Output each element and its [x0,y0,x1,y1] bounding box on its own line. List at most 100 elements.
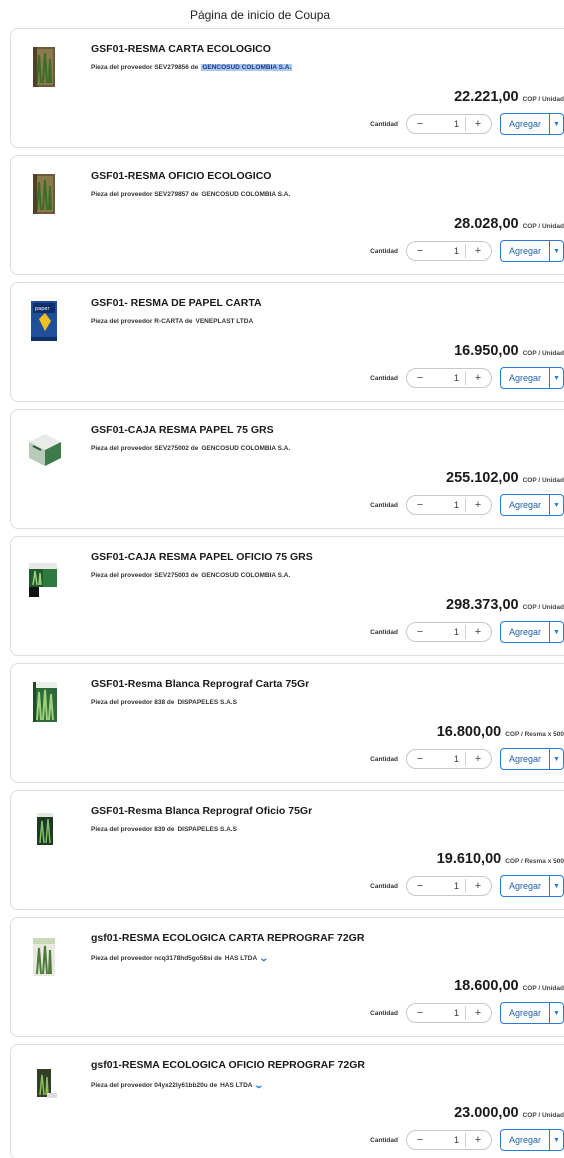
quantity-input[interactable]: 1 [426,879,466,893]
quantity-label: Cantidad [370,755,398,763]
add-to-cart-group: Agregar ▼ [499,494,564,516]
quantity-input[interactable]: 1 [426,752,466,766]
product-title[interactable]: GSF01-RESMA OFICIO ECOLOGICO [91,170,271,182]
add-to-cart-button[interactable]: Agregar [499,367,550,389]
quantity-input[interactable]: 1 [426,1133,466,1147]
price-unit: COP / Resma x 500 [505,731,564,738]
paper-ream-blue-icon[interactable]: paper [27,297,61,345]
product-card: GSF01-CAJA RESMA PAPEL OFICIO 75 GRS Pie… [10,536,564,656]
supplier-name: GENCOSUD COLOMBIA S.A. [201,445,291,452]
add-to-cart-group: Agregar ▼ [499,1129,564,1151]
supplier-prefix: Pieza del proveedor 839 de [91,826,175,833]
price: 19.610,00 COP / Resma x 500 [437,851,564,867]
increment-button[interactable]: + [472,753,484,765]
product-title[interactable]: GSF01-CAJA RESMA PAPEL 75 GRS [91,424,274,436]
add-options-chevron-icon[interactable]: ▼ [550,113,564,135]
add-to-cart-button[interactable]: Agregar [499,494,550,516]
quantity-label: Cantidad [370,628,398,636]
supplier-name: DISPAPELES S.A.S [177,826,237,833]
chevron-down-icon[interactable]: ⌄ [259,953,270,964]
decrement-button[interactable]: − [414,1134,426,1146]
quantity-input[interactable]: 1 [426,244,466,258]
quantity-input[interactable]: 1 [426,1006,466,1020]
quantity-label: Cantidad [370,501,398,509]
chevron-down-icon[interactable]: ⌄ [254,1080,265,1091]
price-unit: COP / Unidad [522,985,564,992]
add-to-cart-button[interactable]: Agregar [499,1002,550,1024]
increment-button[interactable]: + [472,499,484,511]
product-title[interactable]: GSF01-CAJA RESMA PAPEL OFICIO 75 GRS [91,551,313,563]
add-options-chevron-icon[interactable]: ▼ [550,367,564,389]
product-title[interactable]: gsf01-RESMA ECOLOGICA CARTA REPROGRAF 72… [91,932,364,944]
add-options-chevron-icon[interactable]: ▼ [550,621,564,643]
supplier-info: Pieza del proveedor SEV279856 de GENCOSU… [91,64,293,71]
product-title[interactable]: GSF01- RESMA DE PAPEL CARTA [91,297,262,309]
increment-button[interactable]: + [472,626,484,638]
add-options-chevron-icon[interactable]: ▼ [550,494,564,516]
decrement-button[interactable]: − [414,118,426,130]
supplier-name: GENCOSUD COLOMBIA S.A. [201,64,293,71]
add-options-chevron-icon[interactable]: ▼ [550,875,564,897]
product-list: GSF01-RESMA CARTA ECOLOGICO Pieza del pr… [10,28,564,1158]
add-options-chevron-icon[interactable]: ▼ [550,1002,564,1024]
increment-button[interactable]: + [472,880,484,892]
decrement-button[interactable]: − [414,880,426,892]
product-card: gsf01-RESMA ECOLOGICA OFICIO REPROGRAF 7… [10,1044,564,1158]
add-to-cart-button[interactable]: Agregar [499,748,550,770]
paper-box-icon[interactable] [27,424,61,472]
supplier-prefix: Pieza del proveedor SEV275002 de [91,445,199,452]
add-to-cart-button[interactable]: Agregar [499,621,550,643]
quantity-stepper: − 1 + [405,114,492,134]
paper-ream-eco-icon[interactable] [27,170,61,218]
decrement-button[interactable]: − [414,245,426,257]
supplier-info: Pieza del proveedor 838 de DISPAPELES S.… [91,699,237,706]
supplier-info: Pieza del proveedor 839 de DISPAPELES S.… [91,826,237,833]
product-title[interactable]: GSF01-Resma Blanca Reprograf Carta 75Gr [91,678,309,690]
decrement-button[interactable]: − [414,372,426,384]
add-options-chevron-icon[interactable]: ▼ [550,1129,564,1151]
product-title[interactable]: gsf01-RESMA ECOLOGICA OFICIO REPROGRAF 7… [91,1059,365,1071]
quantity-row: Cantidad − 1 + Agregar ▼ [370,748,564,770]
paper-ream-dark-icon[interactable] [27,805,61,853]
decrement-button[interactable]: − [414,1007,426,1019]
product-title[interactable]: GSF01-Resma Blanca Reprograf Oficio 75Gr [91,805,312,817]
quantity-input[interactable]: 1 [426,498,466,512]
decrement-button[interactable]: − [414,499,426,511]
paper-ream-eco-icon[interactable] [27,43,61,91]
supplier-info: Pieza del proveedor ncq3178hd5go58si de … [91,953,270,964]
quantity-input[interactable]: 1 [426,117,466,131]
supplier-info: Pieza del proveedor SEV275002 de GENCOSU… [91,445,290,452]
supplier-name: VENEPLAST LTDA [195,318,254,325]
add-options-chevron-icon[interactable]: ▼ [550,748,564,770]
price-amount: 22.221,00 [454,89,519,105]
increment-button[interactable]: + [472,1007,484,1019]
add-to-cart-button[interactable]: Agregar [499,875,550,897]
decrement-button[interactable]: − [414,753,426,765]
add-to-cart-group: Agregar ▼ [499,113,564,135]
increment-button[interactable]: + [472,372,484,384]
quantity-stepper: − 1 + [405,1130,492,1150]
decrement-button[interactable]: − [414,626,426,638]
add-to-cart-button[interactable]: Agregar [499,1129,550,1151]
add-to-cart-button[interactable]: Agregar [499,240,550,262]
paper-ream-green-icon[interactable] [27,678,61,726]
supplier-name: DISPAPELES S.A.S [177,699,237,706]
increment-button[interactable]: + [472,1134,484,1146]
quantity-row: Cantidad − 1 + Agregar ▼ [370,367,564,389]
add-options-chevron-icon[interactable]: ▼ [550,240,564,262]
increment-button[interactable]: + [472,118,484,130]
add-to-cart-button[interactable]: Agregar [499,113,550,135]
paper-box-green-icon[interactable] [27,551,61,599]
paper-ream-eco-small-icon[interactable] [27,1059,61,1107]
quantity-label: Cantidad [370,882,398,890]
page-title: Página de inicio de Coupa [189,8,331,22]
quantity-input[interactable]: 1 [426,625,466,639]
supplier-prefix: Pieza del proveedor SEV279857 de [91,191,199,198]
price-unit: COP / Unidad [522,477,564,484]
quantity-input[interactable]: 1 [426,371,466,385]
increment-button[interactable]: + [472,245,484,257]
product-title[interactable]: GSF01-RESMA CARTA ECOLOGICO [91,43,271,55]
paper-ream-eco-light-icon[interactable] [27,932,61,980]
supplier-name: GENCOSUD COLOMBIA S.A. [201,191,291,198]
quantity-stepper: − 1 + [405,241,492,261]
